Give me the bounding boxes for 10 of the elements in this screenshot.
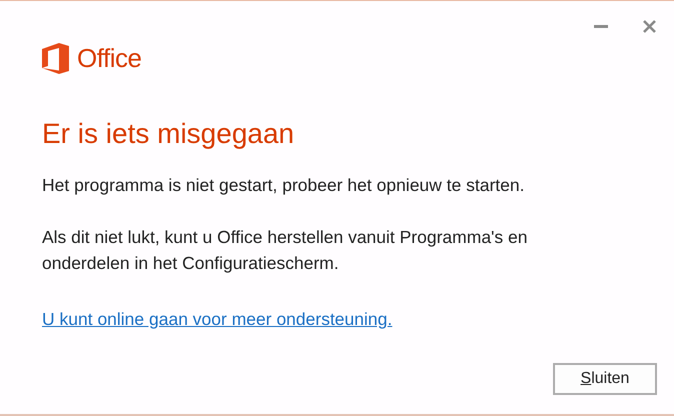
office-logo-icon	[42, 43, 69, 74]
error-heading: Er is iets misgegaan	[42, 118, 296, 150]
message-text: Het programma is niet gestart, probeer het opnieuw te starten.	[42, 174, 526, 197]
message-text: Als dit niet lukt, kunt u Office herstellen vanuit Programma's en onderdelen in het Configuratiescherm.	[42, 226, 528, 275]
support-link[interactable]: U kunt online gaan voor meer ondersteuning.	[42, 309, 392, 330]
close-button[interactable]	[640, 17, 658, 35]
close-icon	[642, 20, 656, 32]
minimize-icon	[594, 24, 608, 28]
brand-name: Office	[77, 43, 142, 74]
close-dialog-button[interactable]: Sluiten	[553, 363, 657, 395]
